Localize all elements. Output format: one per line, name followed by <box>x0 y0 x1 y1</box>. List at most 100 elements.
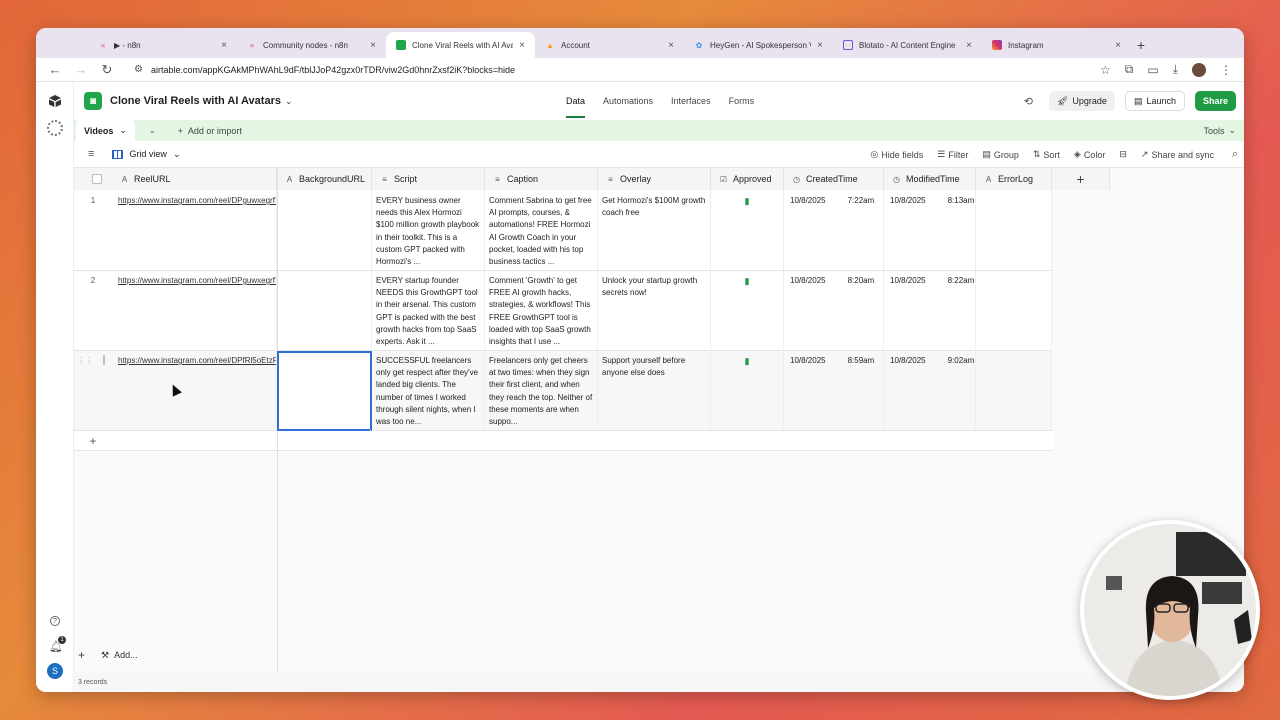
cell-backgroundurl[interactable] <box>277 351 372 431</box>
reel-url-link[interactable]: https://www.instagram.com/reel/DPguwxegr… <box>118 276 276 285</box>
reel-url-link[interactable]: https://www.instagram.com/reel/DPguwxegr… <box>118 196 276 205</box>
extensions-icon[interactable]: ⧉ <box>1125 62 1134 77</box>
tab-close-icon[interactable]: × <box>370 40 376 51</box>
airtable-logo-icon[interactable] <box>48 94 62 108</box>
add-or-import-button[interactable]: + Add or import <box>178 126 242 136</box>
chevron-down-icon[interactable]: ⌄ <box>149 126 156 135</box>
cell-createdtime[interactable]: 10/8/2025 8:59am <box>784 351 884 431</box>
group-button[interactable]: ▤ Group <box>982 149 1019 160</box>
sort-button[interactable]: ⇅ Sort <box>1033 149 1060 160</box>
site-settings-icon[interactable]: ⚙ <box>134 64 143 75</box>
browser-menu-icon[interactable]: ⋮ <box>1220 63 1232 77</box>
cell-createdtime[interactable]: 10/8/2025 8:20am <box>784 271 884 351</box>
filter-button[interactable]: ☰ Filter <box>937 149 968 160</box>
cell-errorlog[interactable] <box>976 351 1052 431</box>
cell-approved[interactable]: ▮ <box>711 271 784 351</box>
column-header-reelurl[interactable]: A ReelURL <box>112 168 277 190</box>
bookmark-star-icon[interactable]: ☆ <box>1100 63 1111 77</box>
cell-overlay[interactable]: Support yourself before anyone else does <box>598 351 711 431</box>
user-avatar[interactable]: S <box>47 663 63 679</box>
browser-tab-account[interactable]: ▲ Account × <box>535 32 684 58</box>
back-arrow-icon[interactable]: ← <box>44 60 66 80</box>
cell-errorlog[interactable] <box>976 271 1052 351</box>
column-header-backgroundurl[interactable]: A BackgroundURL <box>277 168 372 190</box>
cell-caption[interactable]: Freelancers only get cheers at two times… <box>485 351 598 431</box>
tab-close-icon[interactable]: × <box>519 40 525 51</box>
help-icon[interactable]: ? <box>50 616 60 626</box>
cell-script[interactable]: SUCCESSFUL freelancers only get respect … <box>372 351 485 431</box>
cell-errorlog[interactable] <box>976 191 1052 271</box>
tab-close-icon[interactable]: × <box>817 40 823 51</box>
cell-reelurl[interactable]: https://www.instagram.com/reel/DPfRl5oEt… <box>112 351 277 431</box>
table-tab-videos[interactable]: Videos ⌄ <box>76 120 135 141</box>
cell-overlay[interactable]: Get Hormozi's $100M growth coach free <box>598 191 711 271</box>
fill-handle[interactable] <box>369 429 371 431</box>
upgrade-button[interactable]: 🚀︎ Upgrade <box>1048 91 1115 111</box>
column-header-caption[interactable]: ≡ Caption <box>485 168 598 190</box>
add-record-button[interactable]: + <box>78 648 85 662</box>
cell-modifiedtime[interactable]: 10/8/2025 8:13am <box>884 191 976 271</box>
column-header-modifiedtime[interactable]: ◷ ModifiedTime <box>884 168 976 190</box>
tools-button[interactable]: Tools ⌄ <box>1203 120 1236 141</box>
cell-approved[interactable]: ▮ <box>711 351 784 431</box>
cell-reelurl[interactable]: https://www.instagram.com/reel/DPguwxegr… <box>112 191 277 271</box>
tab-close-icon[interactable]: × <box>966 40 972 51</box>
column-header-errorlog[interactable]: A ErrorLog <box>976 168 1052 190</box>
row-checkbox[interactable] <box>103 355 105 365</box>
forward-arrow-icon[interactable]: → <box>70 60 92 80</box>
browser-tab-n8n[interactable]: ∝ ▶ - n8n × <box>88 32 237 58</box>
drag-handle-icon[interactable]: ⋮⋮ <box>77 355 93 431</box>
cell-backgroundurl[interactable] <box>277 191 372 271</box>
reload-icon[interactable]: ↻ <box>96 60 118 80</box>
column-header-approved[interactable]: ☑ Approved <box>711 168 784 190</box>
new-tab-button[interactable]: + <box>1131 32 1151 58</box>
nav-interfaces[interactable]: Interfaces <box>671 96 711 106</box>
cell-caption[interactable]: Comment Sabrina to get free AI prompts, … <box>485 191 598 271</box>
cell-createdtime[interactable]: 10/8/2025 7:22am <box>784 191 884 271</box>
cell-backgroundurl[interactable] <box>277 271 372 351</box>
add-record-row[interactable]: + <box>74 431 1053 451</box>
tab-close-icon[interactable]: × <box>221 40 227 51</box>
history-icon[interactable]: ⟲ <box>1024 95 1033 108</box>
chevron-down-icon[interactable]: ⌄ <box>119 125 127 136</box>
share-button[interactable]: Share <box>1194 91 1236 111</box>
add-field-button[interactable]: + <box>1052 168 1110 190</box>
nav-forms[interactable]: Forms <box>729 96 755 106</box>
cell-approved[interactable]: ▮ <box>711 191 784 271</box>
color-button[interactable]: ◈ Color <box>1074 149 1105 160</box>
table-row[interactable]: 1 https://www.instagram.com/reel/DPguwxe… <box>74 191 1052 271</box>
base-camera-icon[interactable]: ◙ <box>84 92 102 110</box>
tab-close-icon[interactable]: × <box>668 40 674 51</box>
table-row[interactable]: 2 https://www.instagram.com/reel/DPguwxe… <box>74 271 1052 351</box>
browser-tab-community-nodes[interactable]: ∝ Community nodes - n8n × <box>237 32 386 58</box>
search-icon[interactable]: ⌕ <box>1232 148 1238 161</box>
share-and-sync-button[interactable]: ↗ Share and sync <box>1141 149 1214 160</box>
download-icon[interactable]: ⤓ <box>1173 62 1178 77</box>
launch-button[interactable]: ▤ Launch <box>1124 91 1185 111</box>
browser-tab-instagram[interactable]: Instagram × <box>982 32 1131 58</box>
column-header-createdtime[interactable]: ◷ CreatedTime <box>784 168 884 190</box>
nav-automations[interactable]: Automations <box>603 96 653 106</box>
browser-tab-heygen[interactable]: ✿ HeyGen - AI Spokesperson V × <box>684 32 833 58</box>
hamburger-menu-icon[interactable]: ≡ <box>88 148 94 160</box>
base-title[interactable]: Clone Viral Reels with AI Avatars <box>110 95 281 107</box>
table-row[interactable]: ⋮⋮ ⤢ https://www.instagram.com/reel/DPfR… <box>74 351 1052 431</box>
view-switcher[interactable]: Grid view ⌄ <box>112 149 180 160</box>
nav-data[interactable]: Data <box>566 96 586 118</box>
cell-script[interactable]: EVERY startup founder NEEDS this GrowthG… <box>372 271 485 351</box>
cast-icon[interactable]: ▭ <box>1147 63 1158 77</box>
browser-tab-blotato[interactable]: Blotato - AI Content Engine × <box>833 32 982 58</box>
row-height-button[interactable]: ⊟ <box>1119 149 1127 160</box>
chevron-down-icon[interactable]: ⌄ <box>285 96 293 107</box>
reel-url-link[interactable]: https://www.instagram.com/reel/DPfRl5oEt… <box>118 356 276 365</box>
cell-reelurl[interactable]: https://www.instagram.com/reel/DPguwxegr… <box>112 271 277 351</box>
cell-caption[interactable]: Comment 'Growth' to get FREE AI growth h… <box>485 271 598 351</box>
cell-overlay[interactable]: Unlock your startup growth secrets now! <box>598 271 711 351</box>
select-all-checkbox[interactable] <box>92 174 102 184</box>
browser-tab-airtable[interactable]: Clone Viral Reels with AI Avatars × <box>386 32 535 58</box>
cell-modifiedtime[interactable]: 10/8/2025 9:02am <box>884 351 976 431</box>
column-header-script[interactable]: ≡ Script <box>372 168 485 190</box>
profile-avatar[interactable] <box>1192 62 1206 77</box>
tab-close-icon[interactable]: × <box>1115 40 1121 51</box>
cell-script[interactable]: EVERY business owner needs this Alex Hor… <box>372 191 485 271</box>
